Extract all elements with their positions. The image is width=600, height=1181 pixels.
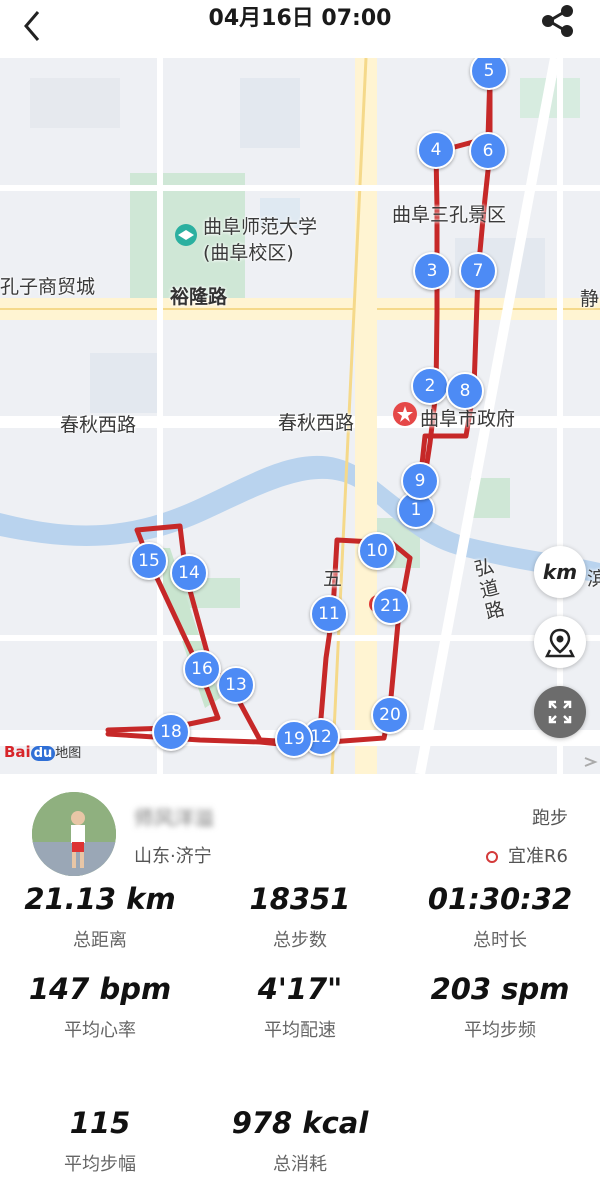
stat-avg-cadence: 203 spm 平均步频: [400, 972, 600, 1042]
km-marker-19[interactable]: 19: [275, 720, 313, 758]
avatar-photo: [32, 792, 116, 876]
share-icon: [542, 5, 573, 37]
stat-avg-heart-rate: 147 bpm 平均心率: [0, 972, 200, 1042]
label-trade-city: 孔子商贸城: [0, 276, 96, 298]
label-wu: 五: [323, 568, 343, 590]
label-university-campus: (曲阜校区): [203, 242, 294, 264]
stat-value: 21.13 km: [24, 882, 176, 916]
unit-toggle-button[interactable]: km: [534, 546, 586, 598]
user-location: 山东·济宁: [134, 846, 212, 867]
stat-total-distance: 21.13 km 总距离: [0, 882, 200, 952]
stat-label: 总距离: [73, 930, 127, 951]
stat-total-duration: 01:30:32 总时长: [400, 882, 600, 952]
label-scenic-area: 曲阜三孔景区: [392, 204, 507, 226]
km-marker-20[interactable]: 20: [371, 696, 409, 734]
device-name: 宜准R6: [508, 846, 568, 867]
stat-avg-stride: 115 平均步幅: [0, 1106, 200, 1176]
km-marker-18[interactable]: 18: [152, 713, 190, 751]
baidu-map-logo: Bai du 地图: [4, 742, 81, 761]
page-title: 04月16日 07:00: [208, 6, 392, 31]
stat-value: 18351: [249, 882, 351, 916]
sport-type: 跑步: [532, 808, 568, 829]
stat-value: 978 kcal: [231, 1106, 369, 1140]
stat-label: 总步数: [273, 930, 327, 951]
stat-total-steps: 18351 总步数: [200, 882, 400, 952]
logo-du-text: du: [30, 746, 56, 761]
km-marker-14[interactable]: 14: [170, 554, 208, 592]
km-marker-13[interactable]: 13: [217, 666, 255, 704]
fullscreen-button[interactable]: [534, 686, 586, 738]
label-university: 曲阜师范大学: [203, 216, 318, 238]
locate-button[interactable]: [534, 616, 586, 668]
share-button[interactable]: [538, 4, 578, 38]
logo-ditu-text: 地图: [55, 746, 82, 761]
label-bin: 滨: [587, 568, 600, 590]
stat-avg-pace: 4'17" 平均配速: [200, 972, 400, 1042]
map-pin-icon: [544, 628, 576, 658]
km-marker-6[interactable]: 6: [469, 132, 507, 170]
stat-label: 总时长: [473, 930, 527, 951]
stat-label: 平均步幅: [64, 1154, 136, 1175]
stat-total-calories: 978 kcal 总消耗: [200, 1106, 400, 1176]
km-marker-3[interactable]: 3: [413, 252, 451, 290]
stat-value: 115: [69, 1106, 131, 1140]
stat-label: 平均配速: [264, 1020, 336, 1041]
label-chunqiu-west-2: 春秋西路: [278, 412, 355, 434]
km-marker-2[interactable]: 2: [411, 367, 449, 405]
label-yulong-road: 裕隆路: [170, 286, 228, 308]
km-marker-16[interactable]: 16: [183, 650, 221, 688]
route-map[interactable]: 曲阜师范大学 (曲阜校区) 曲阜三孔景区 孔子商贸城 裕隆路 静 春秋西路 春秋…: [0, 58, 600, 774]
stats-grid: 21.13 km 总距离 18351 总步数 01:30:32 总时长 147 …: [0, 880, 600, 1181]
stat-value: 4'17": [257, 972, 343, 1006]
label-chunqiu-west-1: 春秋西路: [60, 414, 137, 436]
km-marker-9[interactable]: 9: [401, 462, 439, 500]
stat-label: 总消耗: [273, 1154, 327, 1175]
stat-value: 203 spm: [430, 972, 570, 1006]
watch-icon: [486, 851, 499, 863]
stat-value: 147 bpm: [28, 972, 172, 1006]
stat-label: 平均步频: [464, 1020, 536, 1041]
km-marker-4[interactable]: 4: [417, 131, 455, 169]
stat-value: 01:30:32: [427, 882, 573, 916]
profile-section: 师风洋溢 山东·济宁 跑步 宜准R6: [0, 774, 600, 884]
km-marker-10[interactable]: 10: [358, 532, 396, 570]
username: 师风洋溢: [134, 806, 214, 830]
km-marker-7[interactable]: 7: [459, 252, 497, 290]
label-jing: 静: [580, 288, 600, 310]
logo-bai-text: Bai: [4, 743, 31, 761]
km-marker-21[interactable]: 21: [372, 587, 410, 625]
km-marker-11[interactable]: 11: [310, 595, 348, 633]
km-marker-8[interactable]: 8: [446, 372, 484, 410]
km-marker-15[interactable]: 15: [130, 542, 168, 580]
avatar[interactable]: [32, 792, 116, 876]
device-info: 宜准R6: [486, 842, 568, 868]
stat-label: 平均心率: [64, 1020, 136, 1041]
top-bar: 04月16日 07:00: [0, 0, 600, 58]
fullscreen-icon: [548, 700, 572, 724]
